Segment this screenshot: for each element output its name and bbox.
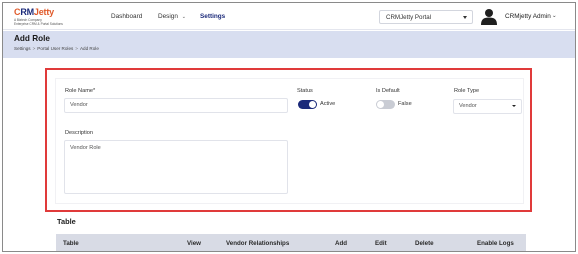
is-default-toggle-text: False	[398, 101, 412, 107]
is-default-label: Is Default	[376, 88, 400, 94]
chevron-down-icon[interactable]: ⌄	[552, 13, 557, 19]
column-header-view: View	[187, 240, 201, 247]
permissions-table-header: Table View Vendor Relationships Add Edit…	[56, 234, 526, 251]
caret-down-icon	[463, 16, 467, 19]
nav-dashboard[interactable]: Dashboard	[111, 13, 142, 20]
role-form-card: Role Name* Vendor Status Active Is Defau…	[45, 68, 532, 212]
app-window: CRMJetty A Biztech Company Enterprise CR…	[2, 2, 576, 252]
nav-design-label: Design	[158, 13, 178, 20]
logo-tagline-product: Enterprise CRM & Portal Solutions	[14, 22, 63, 26]
page-header: Add Role Settings > Portal User Roles > Add …	[3, 31, 575, 58]
toggle-knob	[309, 101, 316, 108]
column-header-vendor-relationships: Vendor Relationships	[226, 240, 290, 247]
breadcrumb-settings[interactable]: Settings	[14, 46, 31, 51]
role-form-panel: Role Name* Vendor Status Active Is Defau…	[55, 78, 524, 204]
user-avatar-icon[interactable]	[481, 8, 497, 25]
portal-selector-value: CRMJetty Portal	[386, 14, 432, 21]
description-value: Vendor Role	[70, 145, 101, 151]
description-label: Description	[65, 130, 93, 136]
nav-design[interactable]: Design ⌄	[158, 13, 186, 20]
portal-selector[interactable]: CRMJetty Portal	[379, 10, 473, 24]
column-header-add: Add	[335, 240, 348, 247]
page-title: Add Role	[14, 34, 50, 43]
role-name-label: Role Name*	[65, 88, 96, 94]
status-toggle[interactable]	[298, 100, 317, 109]
breadcrumb-add-role: Add Role	[79, 46, 99, 51]
status-toggle-text: Active	[320, 101, 336, 107]
column-header-edit: Edit	[375, 240, 387, 247]
toggle-knob	[377, 101, 384, 108]
breadcrumb-portal-user-roles[interactable]: Portal User Roles	[37, 46, 73, 51]
chevron-down-icon: ⌄	[181, 14, 186, 20]
table-section-title: Table	[57, 217, 76, 226]
logo-wordmark: CRMJetty	[14, 7, 54, 17]
nav-dashboard-label: Dashboard	[111, 13, 143, 20]
user-menu-name[interactable]: CRMjetty Admin	[505, 13, 551, 20]
column-header-table: Table	[63, 240, 79, 247]
role-name-input[interactable]: Vendor	[64, 98, 288, 113]
description-textarea[interactable]: Vendor Role	[64, 140, 288, 194]
role-name-value: Vendor	[70, 102, 88, 108]
nav-settings[interactable]: Settings	[200, 13, 225, 20]
breadcrumb: Settings > Portal User Roles > Add Role	[14, 46, 99, 51]
status-label: Status	[297, 88, 313, 94]
breadcrumb-separator: >	[75, 46, 78, 51]
role-type-value: Vendor	[459, 103, 477, 109]
top-navigation-bar: CRMJetty A Biztech Company Enterprise CR…	[3, 3, 575, 30]
nav-settings-label: Settings	[200, 13, 226, 20]
role-type-select[interactable]: Vendor	[453, 99, 522, 114]
caret-down-icon	[512, 105, 516, 107]
crmjetty-logo[interactable]: CRMJetty A Biztech Company Enterprise CR…	[14, 7, 84, 27]
column-header-enable-logs: Enable Logs	[477, 240, 514, 247]
role-type-label: Role Type	[454, 88, 480, 94]
is-default-toggle[interactable]	[376, 100, 395, 109]
column-header-delete: Delete	[415, 240, 434, 247]
breadcrumb-separator: >	[32, 46, 36, 51]
